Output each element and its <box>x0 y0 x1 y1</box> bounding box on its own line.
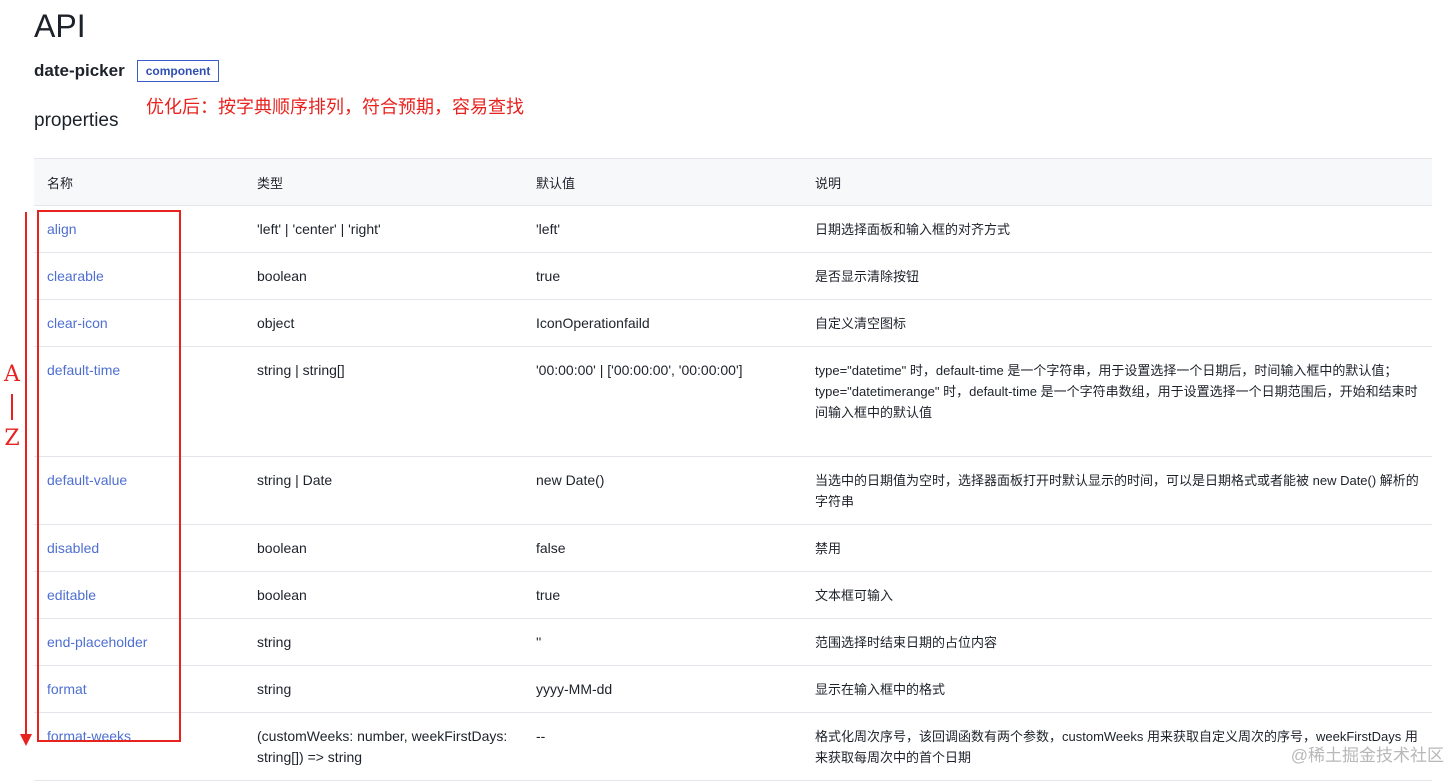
prop-default: yyyy-MM-dd <box>523 665 802 713</box>
prop-default: IconOperationfaild <box>523 299 802 347</box>
table-row: default-value string | Date new Date() 当… <box>34 456 1432 525</box>
prop-default: new Date() <box>523 456 802 525</box>
prop-desc: 当选中的日期值为空时，选择器面板打开时默认显示的时间，可以是日期格式或者能被 n… <box>802 456 1432 525</box>
prop-default: 'left' <box>523 205 802 253</box>
az-label: A Z <box>2 360 22 454</box>
table-row: format string yyyy-MM-dd 显示在输入框中的格式 <box>34 665 1432 713</box>
prop-default: '00:00:00' | ['00:00:00', '00:00:00'] <box>523 346 802 457</box>
props-table: 名称 类型 默认值 说明 align 'left' | 'center' | '… <box>34 158 1432 781</box>
prop-type: string | string[] <box>244 346 523 457</box>
table-row: disabled boolean false 禁用 <box>34 524 1432 572</box>
table-row: end-placeholder string '' 范围选择时结束日期的占位内容 <box>34 618 1432 666</box>
prop-type: string | Date <box>244 456 523 525</box>
table-row: editable boolean true 文本框可输入 <box>34 571 1432 619</box>
table-row: align 'left' | 'center' | 'right' 'left'… <box>34 205 1432 253</box>
prop-desc: 自定义清空图标 <box>802 299 1432 347</box>
prop-type: string <box>244 665 523 713</box>
prop-default: false <box>523 524 802 572</box>
annotation-note: 优化后：按字典顺序排列，符合预期，容易查找 <box>146 97 524 118</box>
table-header-row: 名称 类型 默认值 说明 <box>34 158 1432 206</box>
table-row: clearable boolean true 是否显示清除按钮 <box>34 252 1432 300</box>
prop-type: object <box>244 299 523 347</box>
prop-default: true <box>523 571 802 619</box>
component-heading: date-picker component <box>34 60 220 82</box>
table-row: format-weeks (customWeeks: number, weekF… <box>34 712 1432 781</box>
watermark: @稀土掘金技术社区 <box>1290 746 1444 765</box>
prop-desc: 是否显示清除按钮 <box>802 252 1432 300</box>
prop-type: boolean <box>244 571 523 619</box>
page-title: API <box>34 8 86 44</box>
prop-type: (customWeeks: number, weekFirstDays: str… <box>244 712 523 781</box>
az-label-end: Z <box>4 426 20 451</box>
sort-arrow-line <box>25 212 27 736</box>
prop-type: boolean <box>244 252 523 300</box>
prop-type: string <box>244 618 523 666</box>
az-label-bar <box>11 394 13 420</box>
table-row: clear-icon object IconOperationfaild 自定义… <box>34 299 1432 347</box>
header-default: 默认值 <box>523 158 802 206</box>
sort-arrow-head-icon <box>20 734 32 746</box>
az-label-start: A <box>4 362 20 387</box>
component-badge: component <box>136 60 220 82</box>
header-name: 名称 <box>34 158 244 206</box>
highlight-box <box>37 210 181 742</box>
prop-desc: 范围选择时结束日期的占位内容 <box>802 618 1432 666</box>
prop-default: true <box>523 252 802 300</box>
header-desc: 说明 <box>802 158 1432 206</box>
prop-desc: 文本框可输入 <box>802 571 1432 619</box>
prop-desc: type="datetime" 时，default-time 是一个字符串，用于… <box>802 346 1432 457</box>
prop-type: 'left' | 'center' | 'right' <box>244 205 523 253</box>
header-type: 类型 <box>244 158 523 206</box>
prop-default: -- <box>523 712 802 781</box>
section-title: properties <box>34 110 119 131</box>
prop-desc: 禁用 <box>802 524 1432 572</box>
prop-default: '' <box>523 618 802 666</box>
prop-type: boolean <box>244 524 523 572</box>
props-table-container: 名称 类型 默认值 说明 align 'left' | 'center' | '… <box>34 158 1432 781</box>
table-row: default-time string | string[] '00:00:00… <box>34 346 1432 457</box>
component-name: date-picker <box>34 61 125 80</box>
prop-desc: 日期选择面板和输入框的对齐方式 <box>802 205 1432 253</box>
prop-desc: 显示在输入框中的格式 <box>802 665 1432 713</box>
